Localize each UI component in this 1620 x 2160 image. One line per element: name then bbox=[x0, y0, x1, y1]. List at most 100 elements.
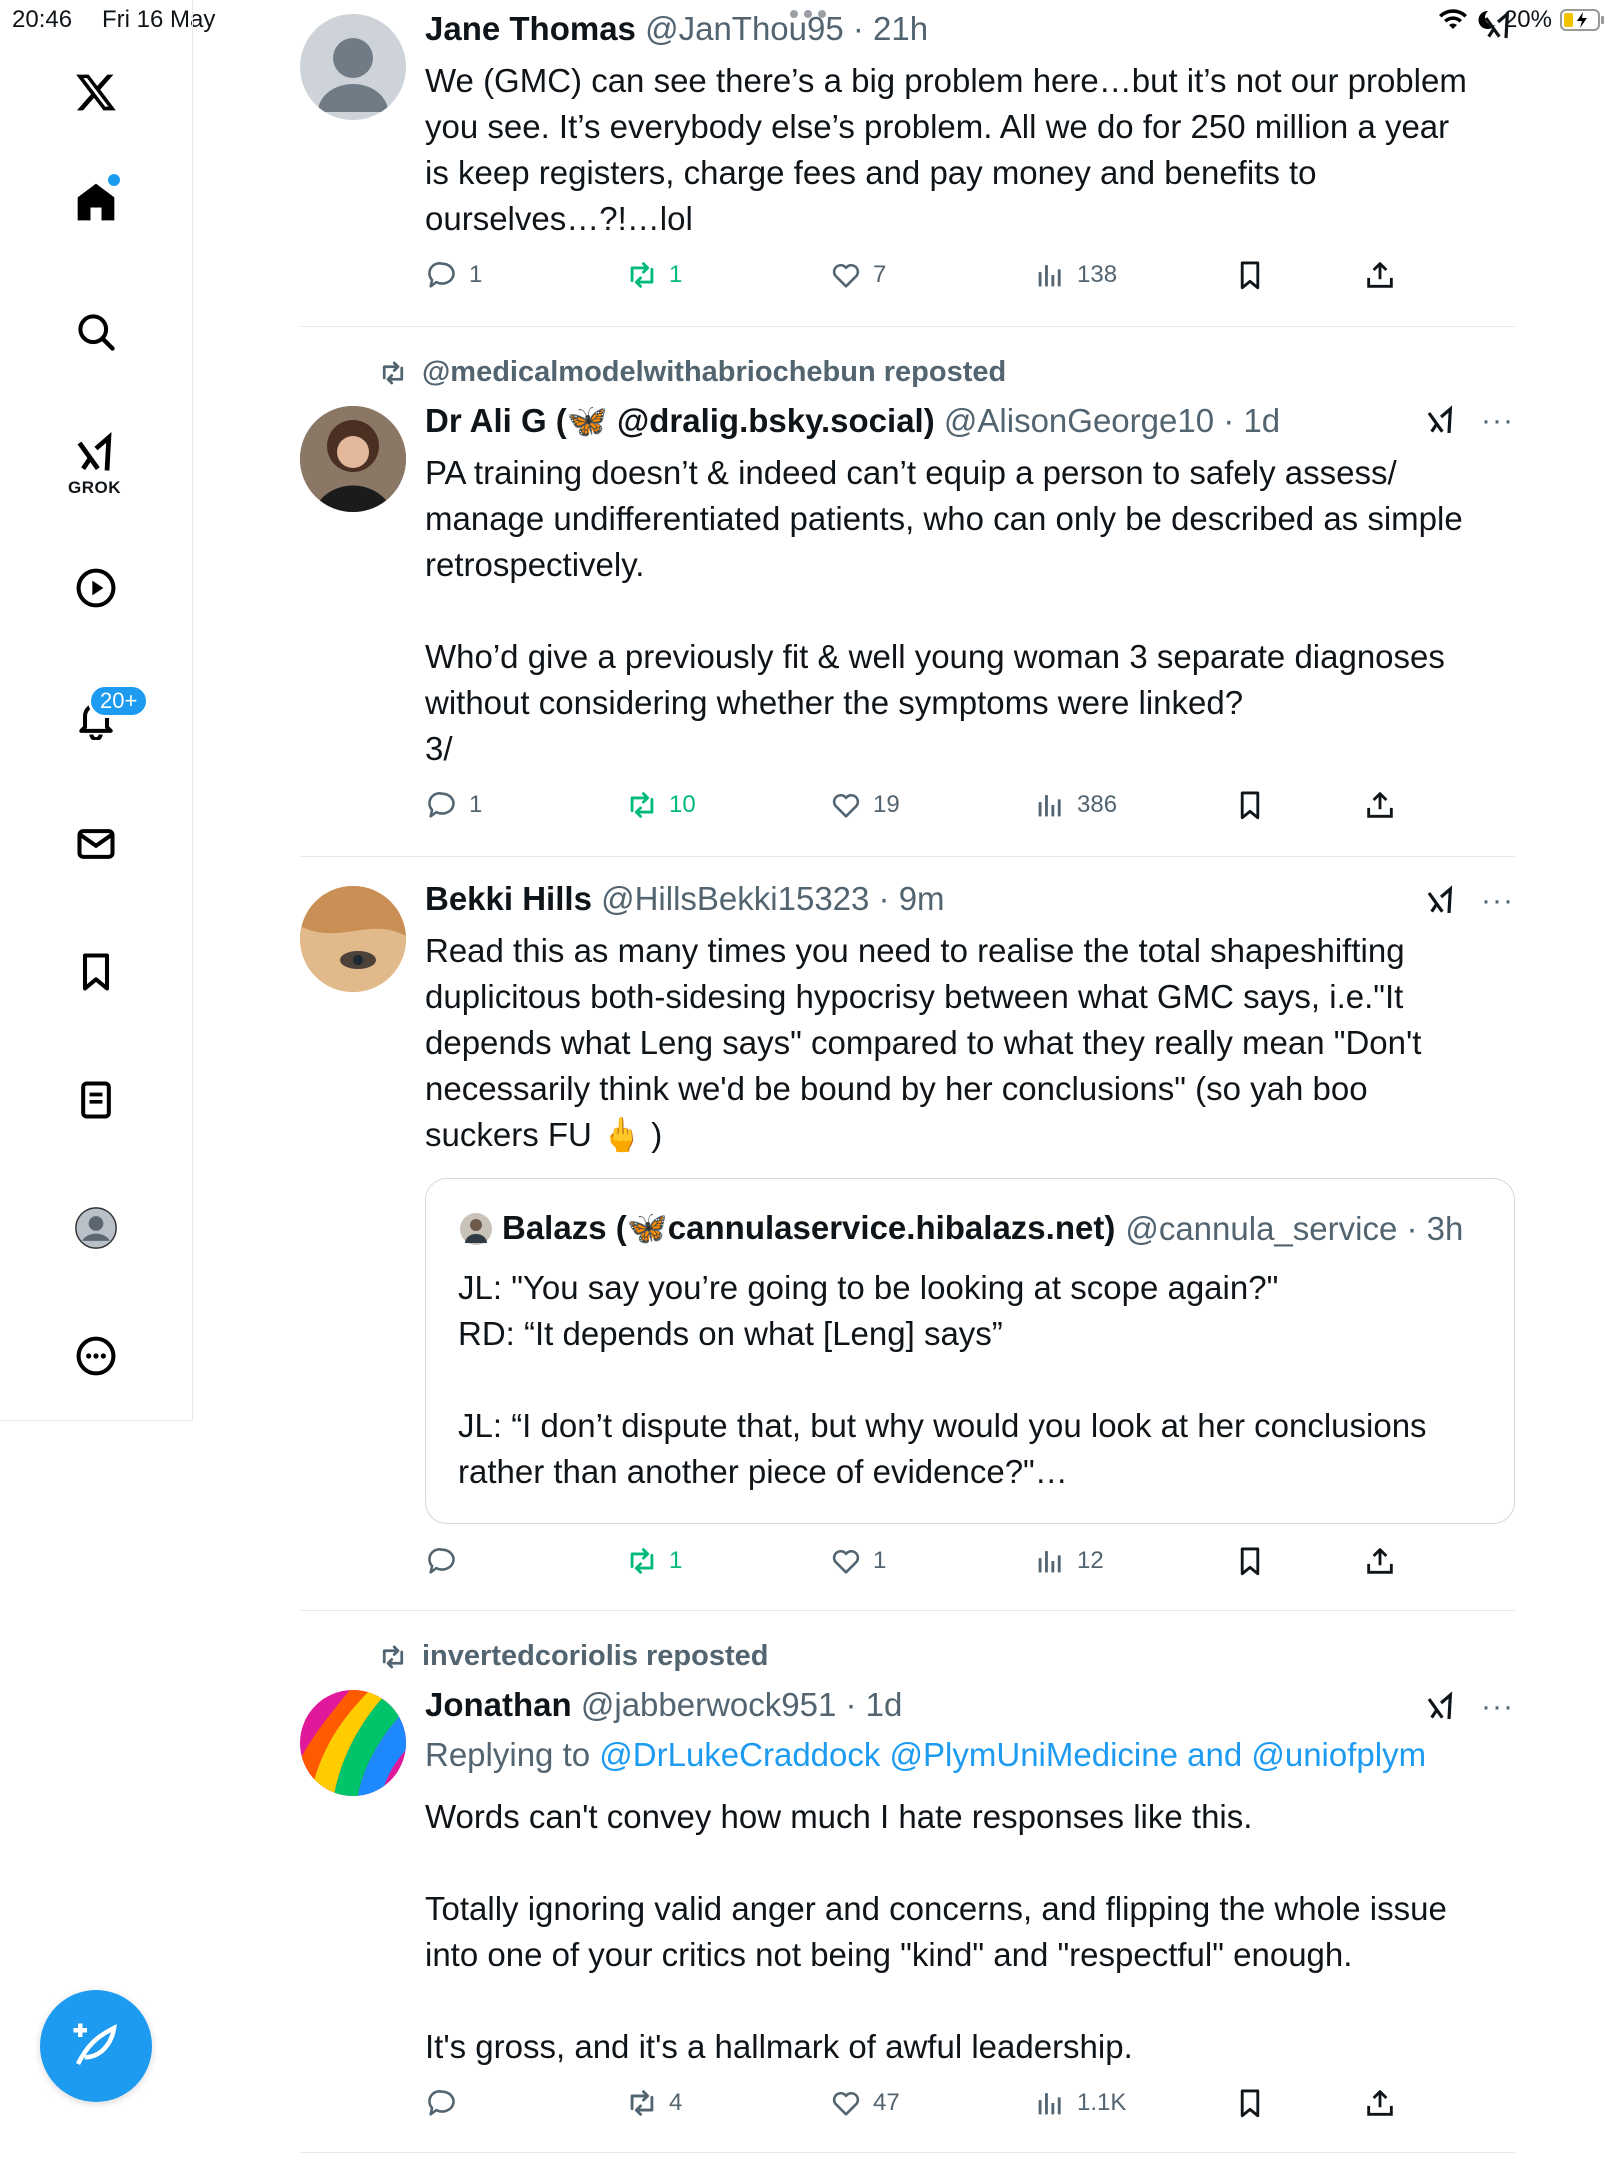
bookmark-icon bbox=[1240, 2089, 1260, 2118]
share-button[interactable] bbox=[1363, 258, 1397, 292]
reposted-by-text[interactable]: invertedcoriolis reposted bbox=[422, 1640, 769, 1673]
grok-icon[interactable] bbox=[1425, 405, 1457, 437]
repost-count: 4 bbox=[669, 2089, 683, 2116]
post-actions: 4 47 1.1K bbox=[425, 2086, 1425, 2126]
author-name[interactable]: Bekki Hills bbox=[425, 880, 592, 917]
reply-button[interactable]: 1 bbox=[425, 258, 482, 292]
like-button[interactable]: 19 bbox=[829, 788, 900, 822]
repost-count: 1 bbox=[669, 261, 683, 288]
reply-icon bbox=[428, 2090, 455, 2116]
post-divider bbox=[300, 1610, 1515, 1611]
sidebar: GROK 20+ bbox=[0, 0, 193, 1421]
reposted-by-text[interactable]: @medicalmodelwithabriochebun reposted bbox=[422, 356, 1006, 389]
views-button[interactable]: 386 bbox=[1033, 788, 1117, 822]
post-header: Jane Thomas @JanThou95 · 21h bbox=[425, 10, 928, 48]
repost-button[interactable]: 4 bbox=[625, 2086, 682, 2120]
post-header: Jonathan @jabberwock951 · 1d bbox=[425, 1686, 902, 1724]
author-name[interactable]: Jane Thomas bbox=[425, 10, 636, 47]
profile-avatar-icon[interactable] bbox=[66, 1198, 126, 1258]
bookmark-button[interactable] bbox=[1233, 2086, 1267, 2120]
bookmark-icon bbox=[1240, 791, 1260, 820]
repost-small-icon bbox=[382, 1645, 404, 1668]
video-play-icon[interactable] bbox=[66, 558, 126, 618]
compose-feather-icon bbox=[73, 2023, 117, 2066]
repost-small-icon bbox=[382, 361, 404, 384]
repost-icon bbox=[630, 2090, 654, 2116]
reply-count: 1 bbox=[469, 261, 483, 288]
more-options-icon[interactable]: ··· bbox=[1481, 404, 1514, 438]
views-button[interactable]: 1.1K bbox=[1033, 2086, 1126, 2120]
replying-to-handles[interactable]: @DrLukeCraddock @PlymUniMedicine and @un… bbox=[599, 1736, 1426, 1773]
views-count: 386 bbox=[1077, 791, 1118, 818]
search-icon[interactable] bbox=[66, 302, 126, 362]
like-button[interactable]: 7 bbox=[829, 258, 886, 292]
post-text: We (GMC) can see there’s a big problem h… bbox=[425, 62, 1467, 237]
like-count: 19 bbox=[873, 791, 900, 818]
bookmark-button[interactable] bbox=[1233, 1544, 1267, 1578]
bookmark-button[interactable] bbox=[1233, 788, 1267, 822]
post-header: Bekki Hills @HillsBekki15323 · 9m bbox=[425, 880, 945, 918]
grok-icon[interactable] bbox=[1425, 885, 1457, 917]
post-text: Words can't convey how much I hate respo… bbox=[425, 1798, 1447, 2065]
x-logo-icon[interactable] bbox=[66, 62, 126, 122]
post-text: Read this as many times you need to real… bbox=[425, 932, 1422, 1153]
share-button[interactable] bbox=[1363, 2086, 1397, 2120]
reply-button[interactable] bbox=[425, 1544, 469, 1578]
quoted-author-name[interactable]: Balazs (🦋cannulaservice.hibalazs.net) bbox=[502, 1209, 1115, 1248]
status-indicators: 20% bbox=[1438, 6, 1606, 34]
repost-button[interactable]: 1 bbox=[625, 258, 682, 292]
quoted-author-handle[interactable]: @cannula_service · 3h bbox=[1125, 1210, 1463, 1248]
grok-icon[interactable] bbox=[1425, 1691, 1457, 1723]
share-icon bbox=[1367, 262, 1393, 288]
like-button[interactable]: 47 bbox=[829, 2086, 900, 2120]
avatar[interactable] bbox=[300, 886, 406, 992]
bookmarks-icon[interactable] bbox=[66, 942, 126, 1002]
author-handle[interactable]: @AlisonGeorge10 · 1d bbox=[944, 402, 1280, 439]
reply-button[interactable] bbox=[425, 2086, 469, 2120]
reply-button[interactable]: 1 bbox=[425, 788, 482, 822]
heart-icon bbox=[832, 1549, 860, 1574]
avatar[interactable] bbox=[300, 14, 406, 120]
repost-button[interactable]: 10 bbox=[625, 788, 696, 822]
author-handle[interactable]: @jabberwock951 · 1d bbox=[581, 1686, 903, 1723]
post-actions: 1 1 7 138 bbox=[425, 258, 1425, 298]
author-handle[interactable]: @JanThou95 · 21h bbox=[645, 10, 928, 47]
bookmark-icon bbox=[1240, 1547, 1260, 1576]
repost-button[interactable]: 1 bbox=[625, 1544, 682, 1578]
views-chart-icon bbox=[1038, 1551, 1061, 1573]
more-options-icon[interactable]: ··· bbox=[1481, 1690, 1514, 1724]
heart-icon bbox=[832, 793, 860, 818]
avatar[interactable] bbox=[300, 1690, 406, 1796]
author-name[interactable]: Jonathan bbox=[425, 1686, 572, 1723]
more-options-icon[interactable]: ··· bbox=[1481, 884, 1514, 918]
grok-icon[interactable] bbox=[66, 424, 126, 484]
share-icon bbox=[1367, 792, 1393, 818]
quoted-post-header: Balazs (🦋cannulaservice.hibalazs.net) @c… bbox=[460, 1209, 1463, 1248]
heart-icon bbox=[832, 2091, 860, 2116]
author-name[interactable]: Dr Ali G (🦋 @dralig.bsky.social) bbox=[425, 402, 935, 439]
quoted-post[interactable]: Balazs (🦋cannulaservice.hibalazs.net) @c… bbox=[425, 1178, 1515, 1524]
views-button[interactable]: 138 bbox=[1033, 258, 1117, 292]
avatar[interactable] bbox=[300, 406, 406, 512]
more-options-icon[interactable] bbox=[66, 1326, 126, 1386]
repost-indicator: @medicalmodelwithabriochebun reposted bbox=[378, 356, 1006, 389]
messages-envelope-icon[interactable] bbox=[66, 814, 126, 874]
author-handle[interactable]: @HillsBekki15323 · 9m bbox=[601, 880, 944, 917]
views-count: 138 bbox=[1077, 261, 1118, 288]
post-header: Dr Ali G (🦋 @dralig.bsky.social) @Alison… bbox=[425, 402, 1280, 441]
reply-icon bbox=[428, 792, 455, 818]
views-button[interactable]: 12 bbox=[1033, 1544, 1104, 1578]
post-divider bbox=[300, 326, 1515, 327]
compose-post-button[interactable] bbox=[40, 1990, 152, 2102]
grok-icon[interactable] bbox=[1482, 10, 1514, 42]
repost-icon bbox=[630, 262, 654, 288]
avatar[interactable] bbox=[460, 1212, 492, 1245]
lists-icon[interactable] bbox=[66, 1070, 126, 1130]
views-chart-icon bbox=[1038, 795, 1061, 817]
grok-label: GROK bbox=[68, 478, 121, 497]
like-button[interactable]: 1 bbox=[829, 1544, 886, 1578]
views-count: 1.1K bbox=[1077, 2089, 1127, 2116]
share-button[interactable] bbox=[1363, 1544, 1397, 1578]
share-button[interactable] bbox=[1363, 788, 1397, 822]
bookmark-button[interactable] bbox=[1233, 258, 1267, 292]
